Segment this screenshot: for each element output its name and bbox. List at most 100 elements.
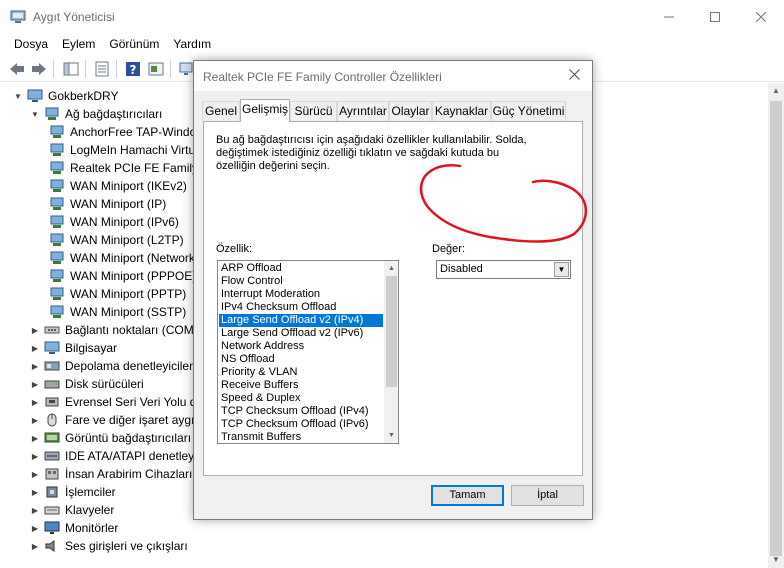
property-list-item[interactable]: TCP Checksum Offload (IPv6)	[219, 418, 383, 431]
hid-icon	[45, 468, 59, 480]
property-list-item[interactable]: IPv4 Checksum Offload	[219, 301, 383, 314]
tree-category[interactable]: ▶ Görüntü bağdaştırıcıları	[29, 429, 191, 447]
tree-device[interactable]: WAN Miniport (IKEv2)	[48, 177, 187, 195]
tree-category[interactable]: ▼ Ağ bağdaştırıcıları	[29, 105, 162, 123]
expand-chevron-icon[interactable]: ▶	[29, 344, 41, 353]
property-list-item[interactable]: TCP Checksum Offload (IPv4)	[219, 405, 383, 418]
help-icon[interactable]: ?	[124, 60, 142, 78]
console-tree-icon[interactable]	[62, 60, 80, 78]
tree-category[interactable]: ▶ Klavyeler	[29, 501, 114, 519]
tab-driver[interactable]: Sürücü	[290, 101, 337, 121]
property-list-item[interactable]: Large Send Offload v2 (IPv6)	[219, 327, 383, 340]
tree-category[interactable]: ▶ Fare ve diğer işaret aygıtları	[29, 411, 214, 429]
expand-chevron-icon[interactable]: ▶	[29, 542, 41, 551]
property-list-item[interactable]: Speed & Duplex	[219, 392, 383, 405]
properties-icon[interactable]	[93, 60, 111, 78]
scroll-thumb[interactable]	[770, 101, 782, 556]
expand-chevron-icon[interactable]: ▶	[29, 434, 41, 443]
tab-events[interactable]: Olaylar	[389, 101, 432, 121]
close-button[interactable]	[738, 0, 784, 34]
scroll-thumb[interactable]	[386, 276, 397, 387]
minimize-button[interactable]	[646, 0, 692, 34]
network-adapter-icon	[50, 125, 64, 138]
tree-category[interactable]: ▶ Monitörler	[29, 519, 118, 537]
expand-chevron-icon[interactable]: ▶	[29, 362, 41, 371]
tree-item-label: Monitörler	[65, 521, 119, 535]
menu-bar: Dosya Eylem Görünüm Yardım	[0, 34, 784, 54]
audio-icon	[45, 540, 55, 552]
property-list-item[interactable]: ARP Offload	[219, 262, 383, 275]
tab-details[interactable]: Ayrıntılar	[337, 101, 389, 121]
tab-power-management[interactable]: Güç Yönetimi	[491, 101, 566, 121]
scroll-down-icon[interactable]: ▼	[384, 428, 398, 443]
collapse-chevron-icon[interactable]: ▼	[12, 92, 24, 101]
menu-help[interactable]: Yardım	[166, 34, 218, 54]
value-dropdown[interactable]: Disabled ▼	[436, 260, 571, 279]
property-list-item[interactable]: Network Address	[219, 340, 383, 353]
menu-action[interactable]: Eylem	[55, 34, 102, 54]
maximize-button[interactable]	[692, 0, 738, 34]
monitor-icon	[44, 521, 60, 534]
scroll-down-icon[interactable]: ▼	[768, 552, 784, 568]
expand-chevron-icon[interactable]: ▶	[29, 326, 41, 335]
property-list-item[interactable]: Receive Buffers	[219, 379, 383, 392]
scroll-up-icon[interactable]: ▲	[384, 261, 398, 276]
expand-chevron-icon[interactable]: ▶	[29, 452, 41, 461]
dropdown-arrow-icon[interactable]: ▼	[554, 262, 569, 277]
tree-category[interactable]: ▶ İnsan Arabirim Cihazları	[29, 465, 192, 483]
property-list-item[interactable]: Priority & VLAN	[219, 366, 383, 379]
tree-item-label: WAN Miniport (PPTP)	[70, 287, 187, 301]
property-list[interactable]: ARP Offload Flow Control Interrupt Moderat…	[217, 260, 399, 444]
dialog-close-button[interactable]	[564, 66, 584, 86]
tree-device[interactable]: WAN Miniport (IPv6)	[48, 213, 179, 231]
tree-device[interactable]: WAN Miniport (PPTP)	[48, 285, 186, 303]
property-list-item[interactable]: Large Send Offload v2 (IPv4)	[219, 314, 383, 327]
tree-item-label: Depolama denetleyicileri	[65, 359, 196, 373]
computer-icon	[44, 341, 60, 354]
tab-general[interactable]: Genel	[202, 101, 240, 121]
property-list-item[interactable]: Transmit Buffers	[219, 431, 383, 443]
advanced-tab-page: Bu ağ bağdaştırıcısı için aşağıdaki özel…	[203, 121, 583, 476]
network-adapter-icon	[50, 287, 64, 300]
tab-resources[interactable]: Kaynaklar	[432, 101, 491, 121]
expand-chevron-icon[interactable]: ▶	[29, 380, 41, 389]
tree-item-label: Fare ve diğer işaret aygıtları	[65, 413, 215, 427]
tree-category[interactable]: ▶ Ses girişleri ve çıkışları	[29, 537, 188, 555]
tree-item-label: Görüntü bağdaştırıcıları	[65, 431, 192, 445]
update-driver-icon[interactable]	[147, 60, 165, 78]
network-adapter-icon	[50, 161, 64, 174]
scroll-up-icon[interactable]: ▲	[768, 83, 784, 99]
window-title: Aygıt Yöneticisi	[33, 10, 115, 24]
tree-root-label: GokberkDRY	[48, 89, 119, 103]
processor-icon	[46, 486, 58, 498]
tree-category[interactable]: ▶ Bilgisayar	[29, 339, 117, 357]
tree-scrollbar[interactable]: ▲ ▼	[768, 83, 784, 568]
expand-chevron-icon[interactable]: ▶	[29, 524, 41, 533]
expand-chevron-icon[interactable]: ▶	[29, 416, 41, 425]
collapse-chevron-icon[interactable]: ▼	[29, 110, 41, 119]
tree-device[interactable]: WAN Miniport (SSTP)	[48, 303, 186, 321]
expand-chevron-icon[interactable]: ▶	[29, 506, 41, 515]
property-list-item[interactable]: Flow Control	[219, 275, 383, 288]
tree-device[interactable]: WAN Miniport (L2TP)	[48, 231, 184, 249]
tree-root[interactable]: ▼ GokberkDRY	[12, 87, 118, 105]
cancel-button[interactable]: İptal	[511, 485, 584, 506]
property-list-item[interactable]: NS Offload	[219, 353, 383, 366]
tree-category[interactable]: ▶ Disk sürücüleri	[29, 375, 144, 393]
menu-view[interactable]: Görünüm	[102, 34, 166, 54]
toolbar-separator	[170, 60, 171, 78]
tree-device[interactable]: WAN Miniport (PPPOE)	[48, 267, 196, 285]
property-list-scrollbar[interactable]: ▲ ▼	[384, 261, 398, 443]
menu-file[interactable]: Dosya	[7, 34, 55, 54]
back-arrow-icon[interactable]	[8, 60, 26, 78]
tab-advanced[interactable]: Gelişmiş	[240, 99, 290, 122]
expand-chevron-icon[interactable]: ▶	[29, 470, 41, 479]
property-list-item[interactable]: Interrupt Moderation	[219, 288, 383, 301]
tree-device[interactable]: WAN Miniport (IP)	[48, 195, 166, 213]
tree-category[interactable]: ▶ İşlemciler	[29, 483, 116, 501]
expand-chevron-icon[interactable]: ▶	[29, 488, 41, 497]
ok-button[interactable]: Tamam	[431, 485, 504, 506]
forward-arrow-icon[interactable]	[30, 60, 48, 78]
tree-category[interactable]: ▶ Depolama denetleyicileri	[29, 357, 196, 375]
expand-chevron-icon[interactable]: ▶	[29, 398, 41, 407]
